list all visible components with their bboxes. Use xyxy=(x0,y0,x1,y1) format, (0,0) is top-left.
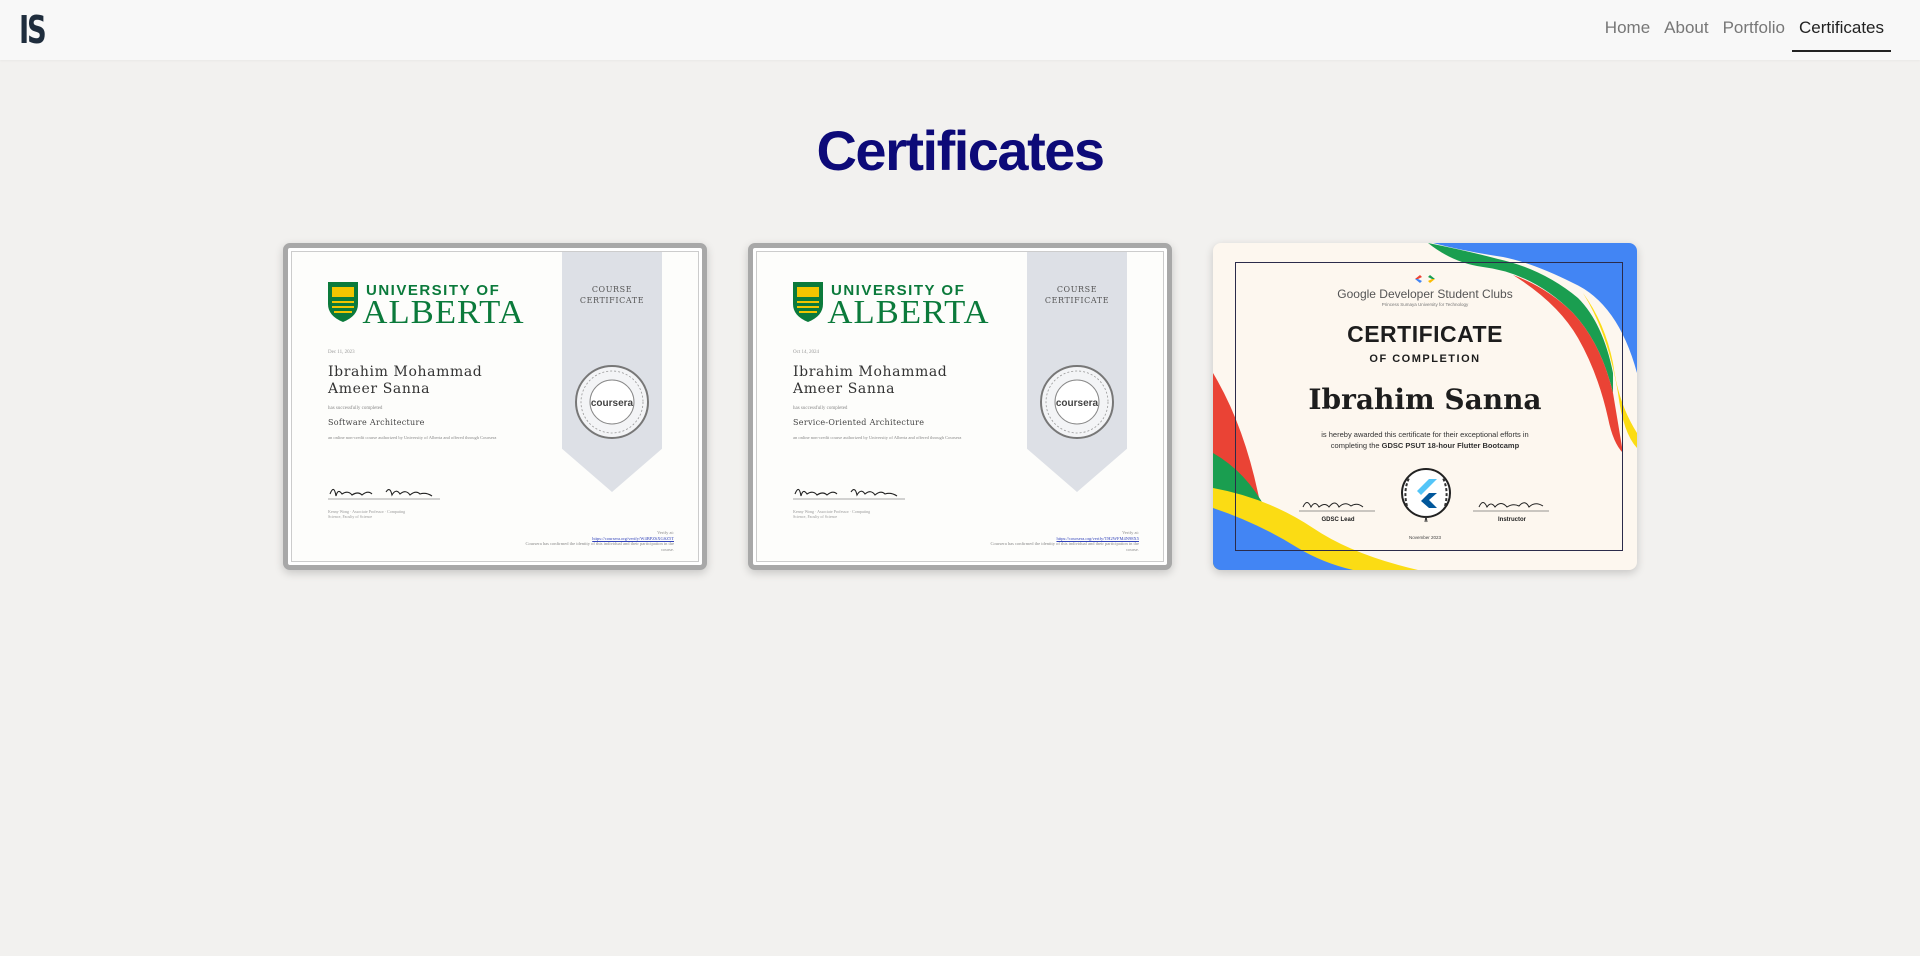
certificate-image: UNIVERSITY OF ALBERTA Dec 11, 2023 Ibrah… xyxy=(291,251,699,562)
ribbon-line-1: COURSE xyxy=(591,285,633,294)
gdsc-description: is hereby awarded this certificate for t… xyxy=(1313,429,1537,451)
certificate-card-software-architecture[interactable]: UNIVERSITY OF ALBERTA Dec 11, 2023 Ibrah… xyxy=(283,243,707,570)
ribbon-line-2: CERTIFICATE xyxy=(1044,296,1110,305)
verify-block: Verify at: https://coursera.org/verify/W… xyxy=(514,530,674,552)
gdsc-date: November 2023 xyxy=(1408,535,1442,540)
signer-title: Kenny Wong · Associate Professor · Compu… xyxy=(328,509,406,519)
university-name: ALBERTA xyxy=(827,294,990,331)
verify-note: Coursera has confirmed the identity of t… xyxy=(525,541,674,552)
university-name: ALBERTA xyxy=(362,294,525,331)
gdsc-description-line-2: completing the GDSC PSUT 18-hour Flutter… xyxy=(1313,440,1537,451)
ribbon-label: COURSE CERTIFICATE xyxy=(1027,284,1127,306)
certificate-card-flutter-bootcamp[interactable]: Google Developer Student Clubs Princess … xyxy=(1213,243,1637,570)
university-crest-icon xyxy=(328,282,358,322)
coursera-seal-icon: coursera xyxy=(1040,365,1114,439)
page-title: Certificates xyxy=(816,119,1105,182)
coursera-seal-icon: coursera xyxy=(575,365,649,439)
seal-label: coursera xyxy=(591,398,634,409)
gdsc-org-name: Google Developer Student Clubs xyxy=(1337,287,1513,301)
gdsc-lead-role: GDSC Lead xyxy=(1321,517,1355,523)
main-nav: Home About Portfolio Certificates xyxy=(1598,14,1891,52)
certificate-date: Dec 11, 2023 xyxy=(328,350,355,355)
certificate-date: Oct 14, 2024 xyxy=(793,350,819,355)
course-name: Service-Oriented Architecture xyxy=(793,418,925,427)
gdsc-certificate-title: CERTIFICATE xyxy=(1347,321,1503,347)
course-name: Software Architecture xyxy=(328,418,425,427)
lead-signature-image xyxy=(1299,502,1375,512)
certificate-card-service-oriented-architecture[interactable]: UNIVERSITY OF ALBERTA Oct 14, 2024 Ibrah… xyxy=(748,243,1172,570)
nav-certificates-link[interactable]: Certificates xyxy=(1791,14,1891,52)
recipient-name: Ibrahim Mohammad Ameer Sanna xyxy=(328,364,483,397)
instructor-signature-image xyxy=(1473,502,1549,512)
site-logo[interactable]: IS xyxy=(19,10,47,50)
flutter-badge-icon xyxy=(1401,468,1451,523)
ribbon-label: COURSE CERTIFICATE xyxy=(562,284,662,306)
completed-text: has successfully completed xyxy=(328,406,383,411)
ribbon-line-1: COURSE xyxy=(1056,285,1098,294)
gdsc-description-line-1: is hereby awarded this certificate for t… xyxy=(1321,430,1529,439)
university-crest-icon xyxy=(793,282,823,322)
instructor-role: Instructor xyxy=(1497,517,1526,523)
nav-home-link[interactable]: Home xyxy=(1598,14,1657,52)
navbar: IS Home About Portfolio Certificates xyxy=(0,0,1920,60)
gdsc-org-subtitle: Princess Sumaya University for Technolog… xyxy=(1381,302,1469,307)
gdsc-certificate-subtitle: OF COMPLETION xyxy=(1369,353,1481,365)
signer-title: Kenny Wong · Associate Professor · Compu… xyxy=(793,509,871,519)
course-description: an online non-credit course authorized b… xyxy=(328,435,497,440)
nav-portfolio-link[interactable]: Portfolio xyxy=(1716,14,1792,52)
seal-label: coursera xyxy=(1056,398,1099,409)
gdsc-logo-icon xyxy=(1415,275,1435,283)
completed-text: has successfully completed xyxy=(793,406,848,411)
gdsc-program-name: GDSC PSUT 18-hour Flutter Bootcamp xyxy=(1381,441,1520,450)
ribbon-line-2: CERTIFICATE xyxy=(579,296,645,305)
signature-image xyxy=(328,488,440,500)
certificate-image: UNIVERSITY OF ALBERTA Oct 14, 2024 Ibrah… xyxy=(756,251,1164,562)
verify-note: Coursera has confirmed the identity of t… xyxy=(990,541,1139,552)
verify-block: Verify at: https://coursera.org/verify/T… xyxy=(979,530,1139,552)
course-description: an online non-credit course authorized b… xyxy=(793,435,962,440)
signature-image xyxy=(793,488,905,500)
recipient-name: Ibrahim Mohammad Ameer Sanna xyxy=(793,364,948,397)
gdsc-recipient-name: Ibrahim Sanna xyxy=(1308,383,1542,416)
nav-about-link[interactable]: About xyxy=(1657,14,1715,52)
gdsc-description-prefix: completing the xyxy=(1330,441,1382,450)
